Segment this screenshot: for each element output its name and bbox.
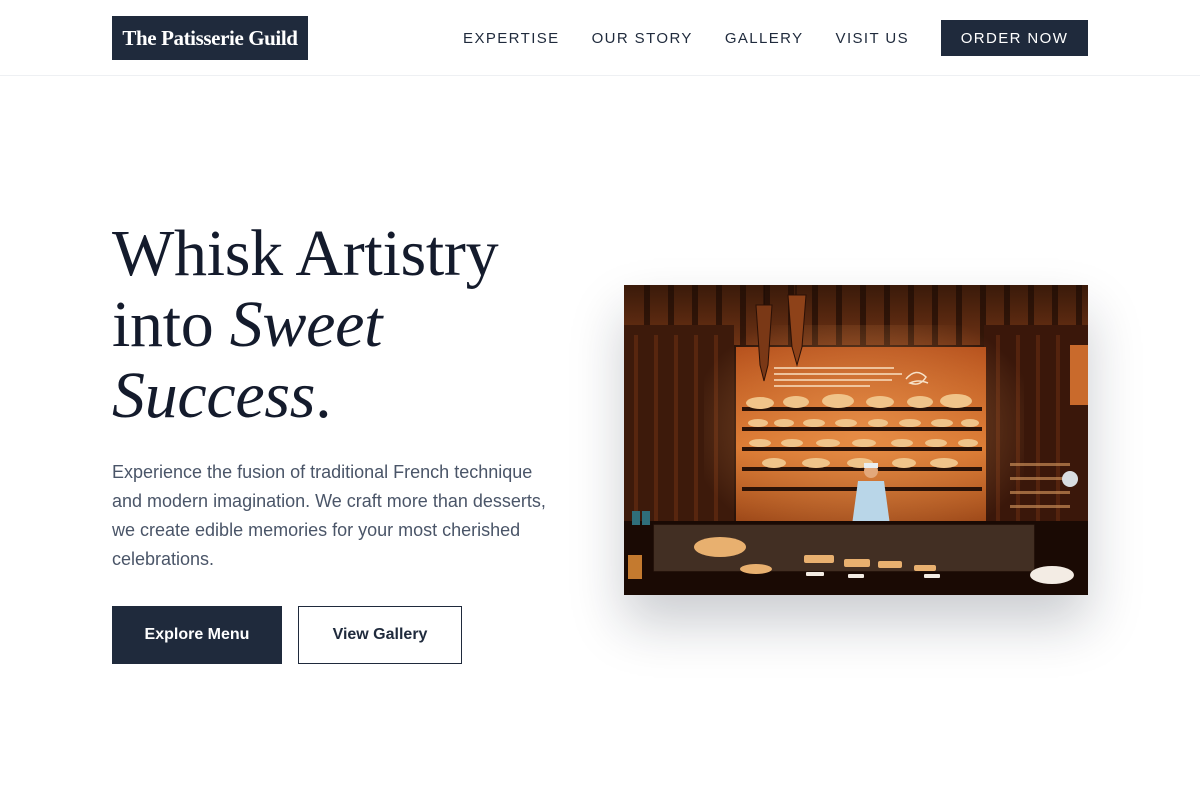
hero-title-line2-italic: Sweet bbox=[229, 288, 383, 361]
nav-link-our-story[interactable]: OUR STORY bbox=[592, 30, 693, 47]
bakery-interior-photo bbox=[624, 285, 1088, 595]
hero-title-line1: Whisk Artistry bbox=[112, 217, 499, 290]
hero-buttons: Explore Menu View Gallery bbox=[112, 606, 462, 664]
nav-link-gallery[interactable]: GALLERY bbox=[725, 30, 804, 47]
view-gallery-button[interactable]: View Gallery bbox=[298, 606, 462, 664]
hero-title-line3-italic: Success bbox=[112, 359, 316, 432]
hero-title: Whisk Artistry into Sweet Success. bbox=[112, 218, 572, 431]
hero-title-line3-end: . bbox=[315, 359, 332, 432]
main-nav: EXPERTISE OUR STORY GALLERY VISIT US ORD… bbox=[463, 20, 1088, 56]
explore-menu-button[interactable]: Explore Menu bbox=[112, 606, 282, 664]
site-header: The Patisserie Guild EXPERTISE OUR STORY… bbox=[0, 0, 1200, 76]
site-logo[interactable]: The Patisserie Guild bbox=[112, 16, 308, 60]
order-now-button[interactable]: ORDER NOW bbox=[941, 20, 1088, 56]
hero-description: Experience the fusion of traditional Fre… bbox=[112, 462, 546, 569]
hero-title-line2-plain: into bbox=[112, 288, 230, 361]
bakery-photo-illustration bbox=[624, 285, 1088, 595]
nav-link-visit-us[interactable]: VISIT US bbox=[836, 30, 909, 47]
nav-link-expertise[interactable]: EXPERTISE bbox=[463, 30, 560, 47]
